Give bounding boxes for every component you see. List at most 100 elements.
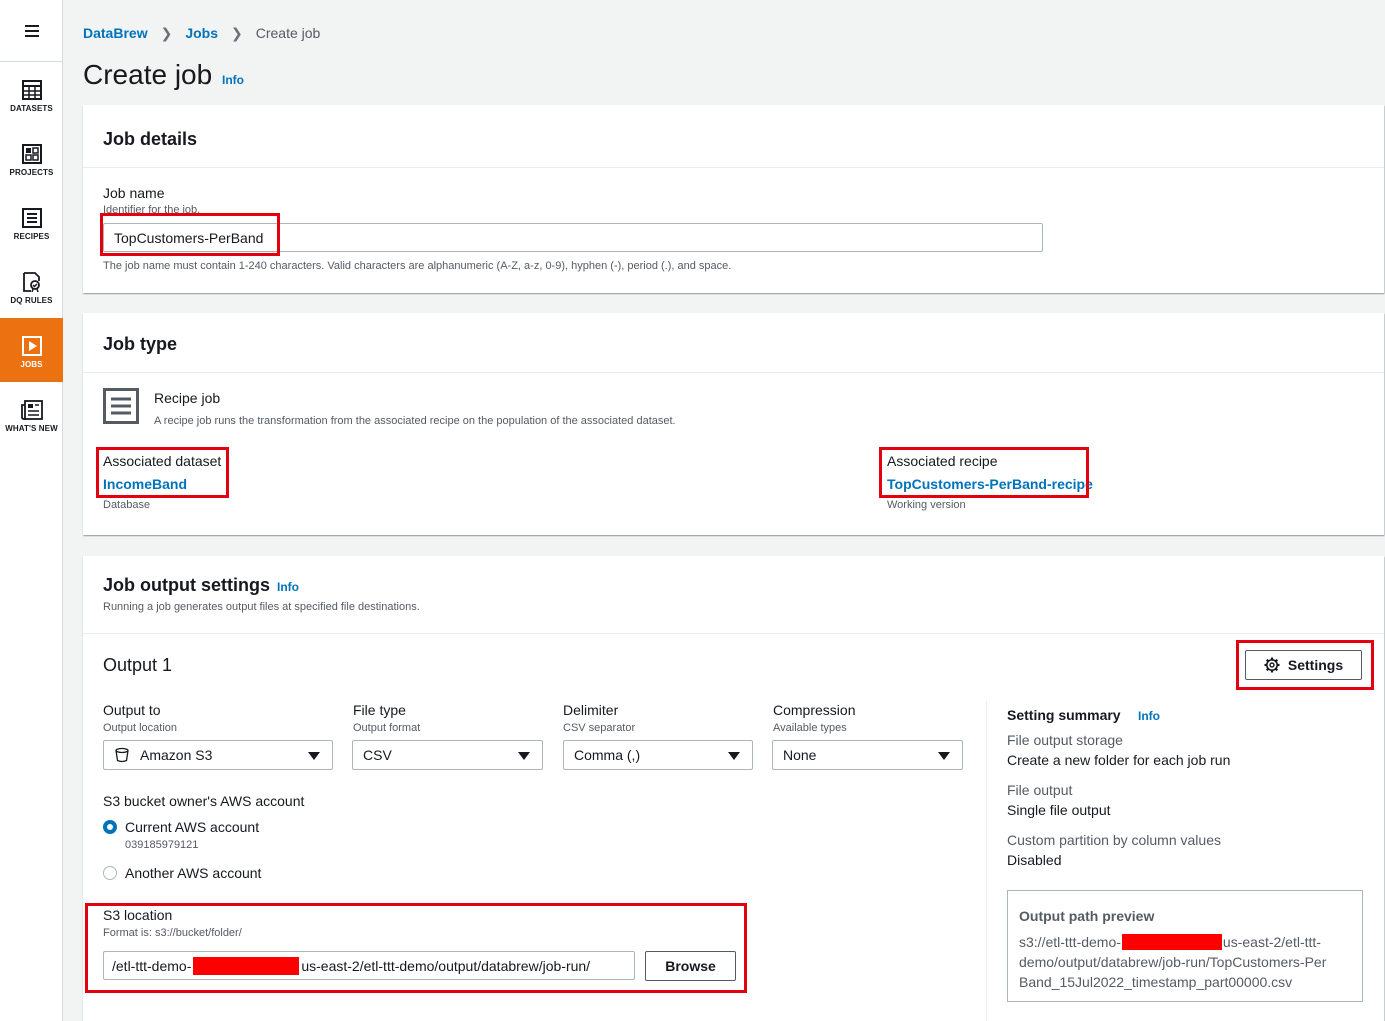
compression-value: None [783, 747, 817, 763]
delimiter-value: Comma (,) [574, 747, 641, 763]
breadcrumb-databrew[interactable]: DataBrew [83, 25, 148, 41]
file-output-storage-value: Create a new folder for each job run [1007, 752, 1231, 768]
nav-whats-new[interactable]: WHAT'S NEW [0, 382, 63, 446]
chevron-right-icon: ❯ [231, 24, 243, 41]
play-icon [21, 336, 42, 356]
job-name-description: Identifier for the job. [103, 204, 201, 216]
job-name-input[interactable] [103, 223, 1043, 252]
job-output-settings-title: Job output settings [103, 575, 270, 595]
recipe-job-description: A recipe job runs the transformation fro… [154, 415, 676, 427]
file-type-label: File type [353, 702, 406, 718]
delimiter-label: Delimiter [563, 702, 619, 718]
recipe-job-icon [103, 388, 139, 424]
settings-button-label: Settings [1287, 657, 1344, 673]
associated-dataset-link[interactable]: IncomeBand [103, 476, 187, 492]
nav-recipes[interactable]: RECIPES [0, 190, 63, 254]
nav-datasets[interactable]: DATASETS [0, 62, 63, 126]
project-grid-icon [21, 144, 42, 164]
compression-label: Compression [773, 702, 856, 718]
job-details-panel: Job details Job name Identifier for the … [83, 105, 1384, 293]
account-id: 039185979121 [125, 839, 199, 851]
delimiter-select[interactable]: Comma (,) [563, 740, 753, 770]
panel-header [83, 105, 1384, 168]
another-account-radio[interactable] [103, 866, 117, 880]
nav-dq-rules[interactable]: DQ RULES [0, 254, 63, 318]
nav-jobs[interactable]: JOBS [0, 318, 63, 382]
file-type-select[interactable]: CSV [352, 740, 543, 770]
breadcrumb-current: Create job [255, 25, 321, 41]
breadcrumb: DataBrew ❯ Jobs ❯ Create job [83, 24, 320, 42]
output-path-line-2: demo/output/databrew/job-run/TopCustomer… [1019, 954, 1327, 970]
custom-partition-label: Custom partition by column values [1007, 832, 1221, 848]
panel-header [83, 313, 1384, 373]
caret-down-icon [518, 752, 530, 760]
redacted-block [1121, 934, 1222, 950]
associated-dataset-type: Database [103, 499, 151, 511]
panel-header [83, 556, 1384, 634]
nav-projects[interactable]: PROJECTS [0, 126, 63, 190]
output-path-preview-title: Output path preview [1019, 908, 1155, 924]
chevron-right-icon: ❯ [160, 24, 173, 41]
s3-location-suffix: us-east-2/etl-ttt-demo/output/databrew/j… [301, 957, 591, 974]
caret-down-icon [938, 752, 950, 760]
page-title: Create job [83, 59, 213, 90]
s3-location-label: S3 location [103, 907, 173, 923]
output-path-line-3: Band_15Jul2022_timestamp_part00000.csv [1019, 974, 1293, 990]
browse-button[interactable]: Browse [645, 951, 736, 981]
table-grid-icon [21, 80, 42, 100]
associated-dataset-label: Associated dataset [103, 453, 222, 469]
output-settings-description: Running a job generates output files at … [103, 601, 420, 613]
output-to-select[interactable]: Amazon S3 [103, 740, 333, 770]
output-1-title: Output 1 [103, 655, 173, 675]
s3-location-format: Format is: s3://bucket/folder/ [103, 927, 242, 939]
file-output-label: File output [1007, 782, 1073, 798]
current-account-label[interactable]: Current AWS account [125, 819, 259, 835]
job-type-title: Job type [103, 334, 178, 354]
redacted-block [193, 956, 300, 975]
recipe-list-icon [21, 208, 42, 228]
file-type-description: Output format [353, 722, 421, 734]
breadcrumb-jobs[interactable]: Jobs [185, 25, 218, 41]
bucket-owner-label: S3 bucket owner's AWS account [103, 793, 305, 809]
output-to-value: Amazon S3 [140, 747, 213, 763]
job-output-settings-panel: Job output settings Info Running a job g… [83, 556, 1384, 1021]
page-info-link[interactable]: Info [222, 73, 244, 87]
delimiter-description: CSV separator [563, 722, 636, 734]
setting-summary-title: Setting summary [1007, 707, 1121, 723]
vertical-divider [986, 701, 987, 1021]
newspaper-icon [20, 400, 43, 420]
nav-label: DATASETS [10, 104, 53, 113]
compression-select[interactable]: None [772, 740, 963, 770]
file-type-value: CSV [363, 747, 392, 763]
output-settings-info-link[interactable]: Info [277, 580, 299, 594]
job-details-title: Job details [103, 129, 198, 149]
output-to-description: Output location [103, 722, 177, 734]
setting-summary-info-link[interactable]: Info [1138, 709, 1160, 723]
s3-location-input[interactable]: /etl-ttt-demo- us-east-2/etl-ttt-demo/ou… [103, 951, 635, 980]
caret-down-icon [728, 752, 740, 760]
nav-label: RECIPES [13, 232, 50, 241]
job-type-panel: Job type Recipe job A recipe job runs th… [83, 313, 1384, 535]
nav-label: JOBS [20, 360, 43, 369]
s3-location-prefix: /etl-ttt-demo- [112, 957, 192, 974]
associated-recipe-label: Associated recipe [887, 453, 998, 469]
dq-rules-icon [22, 272, 40, 292]
current-account-radio[interactable] [103, 820, 117, 834]
nav-label: PROJECTS [9, 168, 54, 177]
output-path-prefix: s3://etl-ttt-demo- [1019, 934, 1121, 950]
menu-toggle-icon[interactable] [0, 0, 63, 62]
another-account-label[interactable]: Another AWS account [125, 865, 261, 881]
output-path-line-1: s3://etl-ttt-demo- us-east-2/etl-ttt- [1019, 934, 1321, 950]
custom-partition-value: Disabled [1007, 852, 1062, 868]
output-path-preview-box: Output path preview s3://etl-ttt-demo- u… [1007, 890, 1363, 1002]
output-to-label: Output to [103, 702, 161, 718]
nav-label: WHAT'S NEW [5, 424, 58, 433]
compression-description: Available types [773, 722, 847, 734]
file-output-storage-label: File output storage [1007, 732, 1123, 748]
nav-label: DQ RULES [10, 296, 53, 305]
associated-recipe-link[interactable]: TopCustomers-PerBand-recipe [887, 476, 1093, 492]
s3-bucket-icon [115, 747, 129, 763]
settings-button[interactable]: Settings [1245, 650, 1362, 680]
recipe-job-label: Recipe job [154, 390, 221, 406]
side-navigation: DATASETS PROJECTS RECIPES DQ RULES JOBS … [0, 0, 63, 1021]
